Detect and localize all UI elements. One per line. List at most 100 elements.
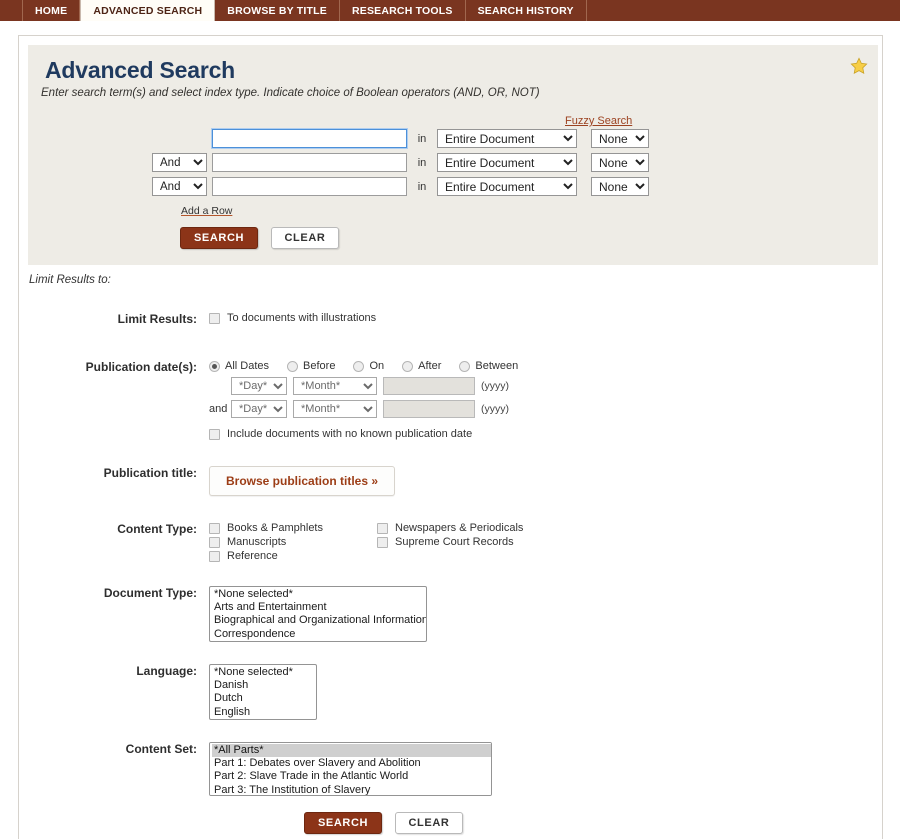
checkbox-books-pamphlets[interactable]	[209, 523, 220, 534]
index-select-1[interactable]: Entire Document	[437, 129, 577, 148]
date-mode-radio-group: All Dates Before On After Between	[209, 360, 882, 372]
language-option[interactable]: *None selected*	[212, 666, 316, 679]
index-select-2[interactable]: Entire Document	[437, 153, 577, 172]
document-type-option[interactable]: Biographical and Organizational Informat…	[212, 614, 426, 627]
radio-between[interactable]	[459, 360, 471, 372]
publication-title-row: Publication title: Browse publication ti…	[19, 466, 882, 496]
radio-all-dates[interactable]	[209, 360, 220, 372]
document-type-option[interactable]: Correspondence	[212, 628, 426, 641]
search-button-top[interactable]: SEARCH	[180, 227, 259, 249]
no-known-date-checkbox[interactable]	[209, 429, 220, 440]
operator-select-3[interactable]: And	[152, 177, 207, 197]
operator-cell-3: And	[152, 177, 212, 197]
language-option[interactable]: Danish	[212, 679, 316, 692]
checkbox-supreme-court-records[interactable]	[377, 537, 388, 548]
language-body: *None selected* Danish Dutch English	[209, 664, 882, 720]
publication-title-label-text: Publication title:	[103, 466, 197, 480]
content-type-item: Books & Pamphlets	[209, 522, 377, 534]
content-type-item: Manuscripts	[209, 536, 377, 548]
search-term-input-1[interactable]	[211, 128, 408, 149]
radio-after[interactable]	[402, 360, 414, 372]
radio-all-dates-label[interactable]: All Dates	[225, 360, 269, 372]
limit-results-heading: Limit Results to:	[29, 274, 111, 286]
search-term-input-2[interactable]	[212, 153, 407, 172]
no-known-date-label: Include documents with no known publicat…	[227, 428, 473, 440]
nav-item-label: RESEARCH TOOLS	[351, 4, 453, 17]
document-type-row: Document Type: *None selected* Arts and …	[19, 586, 882, 642]
browse-publication-titles-button[interactable]: Browse publication titles »	[209, 466, 396, 496]
content-set-option[interactable]: *All Parts*	[212, 744, 491, 757]
content-set-option[interactable]: Part 3: The Institution of Slavery	[212, 784, 491, 796]
radio-on-label[interactable]: On	[369, 360, 384, 372]
publication-title-body: Browse publication titles »	[209, 466, 882, 496]
day-select-2[interactable]: *Day*	[231, 400, 287, 418]
checkbox-newspapers-periodicals[interactable]	[377, 523, 388, 534]
limit-results-label-text: Limit Results:	[117, 312, 197, 326]
in-label-3: in	[417, 180, 427, 193]
radio-between-label[interactable]: Between	[475, 360, 518, 372]
language-option[interactable]: English	[212, 706, 316, 719]
document-type-label: Document Type:	[19, 586, 209, 642]
content-type-label-text: Content Type:	[117, 522, 197, 536]
content-type-row: Content Type: Books & Pamphlets Manuscri…	[19, 522, 882, 564]
content-set-listbox[interactable]: *All Parts* Part 1: Debates over Slavery…	[209, 742, 492, 796]
checkbox-label: Manuscripts	[227, 536, 287, 548]
content-set-label: Content Set:	[19, 742, 209, 796]
nav-item-home[interactable]: HOME	[22, 0, 81, 21]
search-row-1: in Entire Document None	[40, 128, 866, 149]
index-select-3[interactable]: Entire Document	[437, 177, 577, 196]
month-select-1[interactable]: *Month*	[293, 377, 377, 395]
language-listbox[interactable]: *None selected* Danish Dutch English	[209, 664, 317, 720]
nav-item-research-tools[interactable]: RESEARCH TOOLS	[340, 0, 466, 21]
radio-on[interactable]	[353, 360, 365, 372]
fuzzy-select-3[interactable]: None	[591, 177, 649, 196]
checkbox-label: Newspapers & Periodicals	[395, 522, 524, 534]
content-set-body: *All Parts* Part 1: Debates over Slavery…	[209, 742, 882, 796]
document-type-option[interactable]: Arts and Entertainment	[212, 601, 426, 614]
illustrations-checkbox-line: To documents with illustrations	[209, 312, 882, 324]
year-input-2[interactable]	[383, 400, 475, 418]
date-row-1: *Day* *Month* (yyyy)	[209, 377, 882, 395]
day-select-1[interactable]: *Day*	[231, 377, 287, 395]
content-set-option[interactable]: Part 2: Slave Trade in the Atlantic Worl…	[212, 770, 491, 783]
document-type-option[interactable]: *None selected*	[212, 588, 426, 601]
nav-item-search-history[interactable]: SEARCH HISTORY	[466, 0, 587, 21]
checkbox-manuscripts[interactable]	[209, 537, 220, 548]
star-icon[interactable]	[850, 57, 868, 75]
radio-before-label[interactable]: Before	[303, 360, 335, 372]
illustrations-checkbox-label: To documents with illustrations	[227, 312, 377, 324]
language-option[interactable]: Dutch	[212, 692, 316, 705]
operator-select-2[interactable]: And	[152, 153, 207, 173]
content-type-body: Books & Pamphlets Manuscripts Reference …	[209, 522, 882, 564]
fuzzy-select-1[interactable]: None	[591, 129, 649, 148]
fuzzy-select-2[interactable]: None	[591, 153, 649, 172]
content-set-row: Content Set: *All Parts* Part 1: Debates…	[19, 742, 882, 796]
search-term-input-3[interactable]	[212, 177, 407, 196]
fuzzy-search-link[interactable]: Fuzzy Search	[565, 115, 632, 127]
publication-dates-body: All Dates Before On After Between *Day* …	[209, 360, 882, 440]
nav-item-browse-by-title[interactable]: BROWSE BY TITLE	[215, 0, 340, 21]
month-select-2[interactable]: *Month*	[293, 400, 377, 418]
document-type-listbox[interactable]: *None selected* Arts and Entertainment B…	[209, 586, 427, 642]
clear-button-top[interactable]: CLEAR	[270, 227, 340, 249]
radio-after-label[interactable]: After	[418, 360, 441, 372]
advanced-search-panel: Advanced Search Enter search term(s) and…	[28, 45, 878, 265]
content-container: Advanced Search Enter search term(s) and…	[18, 35, 883, 839]
clear-button-bottom[interactable]: CLEAR	[394, 812, 464, 834]
checkbox-label: Books & Pamphlets	[227, 522, 323, 534]
no-known-date-line: Include documents with no known publicat…	[209, 428, 882, 440]
in-label-2: in	[417, 156, 427, 169]
year-input-1[interactable]	[383, 377, 475, 395]
publication-dates-row: Publication date(s): All Dates Before On…	[19, 360, 882, 440]
operator-cell-2: And	[152, 153, 212, 173]
checkbox-reference[interactable]	[209, 551, 220, 562]
radio-before[interactable]	[287, 360, 299, 372]
search-button-bottom[interactable]: SEARCH	[304, 812, 383, 834]
content-set-option[interactable]: Part 1: Debates over Slavery and Aboliti…	[212, 757, 491, 770]
add-a-row-link[interactable]: Add a Row	[181, 205, 232, 217]
bottom-buttons: SEARCH CLEAR	[304, 812, 882, 834]
content-type-column-2: Newspapers & Periodicals Supreme Court R…	[377, 522, 545, 564]
year-hint-2: (yyyy)	[481, 403, 509, 415]
nav-item-advanced-search[interactable]: ADVANCED SEARCH	[80, 0, 216, 21]
illustrations-checkbox[interactable]	[209, 313, 220, 324]
